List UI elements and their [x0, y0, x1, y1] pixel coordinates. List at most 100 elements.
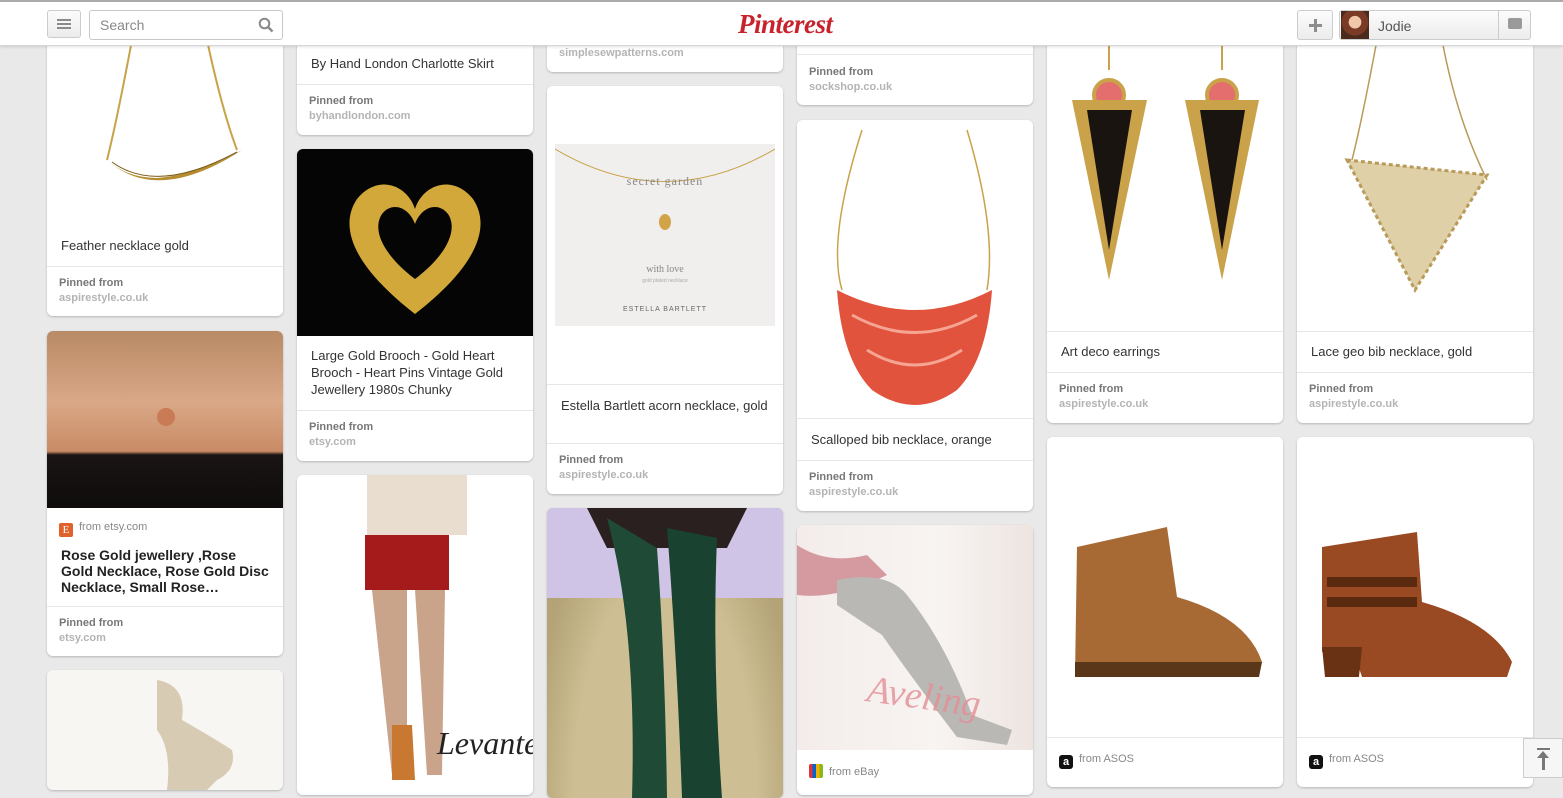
pinned-from-label: Pinned from — [809, 66, 874, 78]
divider — [1047, 331, 1283, 332]
divider — [1297, 372, 1533, 373]
divider — [1297, 331, 1533, 332]
card-small-text: gold plated necklace — [642, 278, 688, 284]
pin-source-link[interactable]: sockshop.co.uk — [809, 81, 892, 93]
pin-source-link[interactable]: aspirestyle.co.uk — [1059, 398, 1148, 410]
pin-card[interactable]: Feather necklace gold Pinned from aspire… — [47, 0, 283, 316]
menu-button[interactable] — [47, 10, 81, 38]
pin-image[interactable] — [47, 331, 283, 508]
rose-gold-disc — [157, 408, 175, 426]
pin-card[interactable] — [547, 508, 783, 798]
necklace-card: secret garden with love gold plated neck… — [555, 144, 775, 326]
from-text: from etsy.com — [79, 521, 148, 533]
pinned-from-label: Pinned from — [559, 454, 624, 466]
pin-source-link[interactable]: etsy.com — [309, 436, 356, 448]
divider — [1297, 737, 1533, 738]
pin-description: Rose Gold jewellery ,Rose Gold Necklace,… — [61, 547, 269, 595]
divider — [1047, 737, 1283, 738]
card-title-text: secret garden — [626, 174, 704, 188]
tan-ankle-boot-image — [1075, 527, 1262, 677]
pin-card[interactable]: secret garden with love gold plated neck… — [547, 86, 783, 494]
pin-source-link[interactable]: aspirestyle.co.uk — [59, 292, 148, 304]
pin-description: Lace geo bib necklace, gold — [1311, 344, 1473, 359]
pin-card[interactable]: Efrom etsy.com Rose Gold jewellery ,Rose… — [47, 331, 283, 656]
pin-card[interactable]: Large Gold Brooch - Gold Heart Brooch - … — [297, 149, 533, 461]
pin-image[interactable] — [1047, 437, 1283, 737]
pin-image[interactable]: secret garden with love gold plated neck… — [547, 86, 783, 384]
brand-watermark: Levante — [437, 725, 533, 761]
ebay-icon — [809, 764, 823, 778]
card-subtitle-text: with love — [646, 264, 684, 275]
etsy-icon: E — [59, 523, 73, 537]
pin-source-attribution[interactable]: Efrom etsy.com — [59, 521, 147, 537]
pin-source-attribution[interactable]: from eBay — [809, 764, 879, 778]
divider — [297, 410, 533, 411]
green-tights-image — [547, 508, 783, 798]
pin-image[interactable] — [1297, 0, 1533, 331]
divider — [47, 606, 283, 607]
menu-icon-line — [57, 27, 71, 29]
pinned-from-label: Pinned from — [59, 617, 124, 629]
pin-card[interactable]: a from ASOS — [1297, 437, 1533, 787]
pin-source-link[interactable]: aspirestyle.co.uk — [559, 469, 648, 481]
pin-source-link[interactable]: aspirestyle.co.uk — [1309, 398, 1398, 410]
pin-image[interactable] — [47, 670, 283, 790]
pin-card[interactable] — [47, 670, 283, 790]
from-text: from eBay — [829, 766, 880, 778]
asos-icon: a — [1309, 755, 1323, 769]
pin-card[interactable]: a from ASOS — [1047, 437, 1283, 787]
pin-image[interactable] — [1297, 437, 1533, 737]
pin-image[interactable] — [797, 120, 1033, 418]
pin-card[interactable]: Levante — [297, 475, 533, 795]
divider — [797, 54, 1033, 55]
tights-image — [157, 680, 233, 790]
pin-description: Scalloped bib necklace, orange — [811, 432, 992, 447]
search-icon[interactable] — [258, 17, 274, 33]
pin-source-link[interactable]: aspirestyle.co.uk — [809, 486, 898, 498]
scroll-to-top-button[interactable] — [1523, 738, 1563, 778]
divider — [47, 266, 283, 267]
lace-bib-necklace-image — [1344, 39, 1490, 294]
pin-source-link[interactable]: byhandlondon.com — [309, 110, 410, 122]
pin-card[interactable]: Art deco earrings Pinned from aspirestyl… — [1047, 0, 1283, 423]
search-box — [89, 10, 283, 40]
pin-description: Large Gold Brooch - Gold Heart Brooch - … — [311, 348, 503, 397]
pin-image[interactable] — [547, 508, 783, 798]
pin-description: Feather necklace gold — [61, 238, 189, 253]
divider — [797, 418, 1033, 419]
top-bar: Pinterest Jodie — [0, 0, 1563, 46]
brown-buckle-boot-image — [1322, 532, 1512, 677]
from-text: from ASOS — [1329, 753, 1385, 765]
pinned-from-label: Pinned from — [59, 277, 124, 289]
divider — [547, 384, 783, 385]
divider — [547, 443, 783, 444]
card-brand-text: ESTELLA BARTLETT — [623, 306, 707, 313]
pin-card[interactable]: Scalloped bib necklace, orange Pinned fr… — [797, 120, 1033, 511]
notifications-icon[interactable] — [1498, 11, 1531, 39]
orange-bib-necklace-image — [836, 129, 992, 405]
pin-source-link[interactable]: simplesewpatterns.com — [559, 47, 684, 59]
pin-card[interactable]: Lace geo bib necklace, gold Pinned from … — [1297, 0, 1533, 423]
pin-source-attribution[interactable]: a from ASOS — [1309, 753, 1384, 769]
from-text: from ASOS — [1079, 753, 1135, 765]
search-input[interactable] — [90, 11, 260, 39]
pin-card[interactable]: Aveling from eBay — [797, 525, 1033, 795]
pinned-from-label: Pinned from — [309, 421, 374, 433]
asos-icon: a — [1059, 755, 1073, 769]
pin-image[interactable]: Aveling — [797, 525, 1033, 750]
art-deco-earrings-image — [1072, 40, 1259, 280]
acorn-necklace-drawing — [555, 148, 775, 230]
user-menu-button[interactable]: Jodie — [1339, 10, 1531, 40]
menu-icon-line — [57, 23, 71, 25]
add-pin-button[interactable] — [1297, 10, 1333, 40]
pin-image[interactable] — [1047, 0, 1283, 331]
divider — [1047, 372, 1283, 373]
pinterest-logo[interactable]: Pinterest — [738, 9, 833, 40]
pinned-from-label: Pinned from — [1309, 383, 1374, 395]
pin-description: Estella Bartlett acorn necklace, gold — [561, 398, 768, 413]
avatar — [1341, 11, 1369, 39]
pin-source-attribution[interactable]: a from ASOS — [1059, 753, 1134, 769]
pin-source-link[interactable]: etsy.com — [59, 632, 106, 644]
pin-image[interactable] — [297, 149, 533, 336]
gold-heart-brooch-image — [349, 184, 481, 314]
